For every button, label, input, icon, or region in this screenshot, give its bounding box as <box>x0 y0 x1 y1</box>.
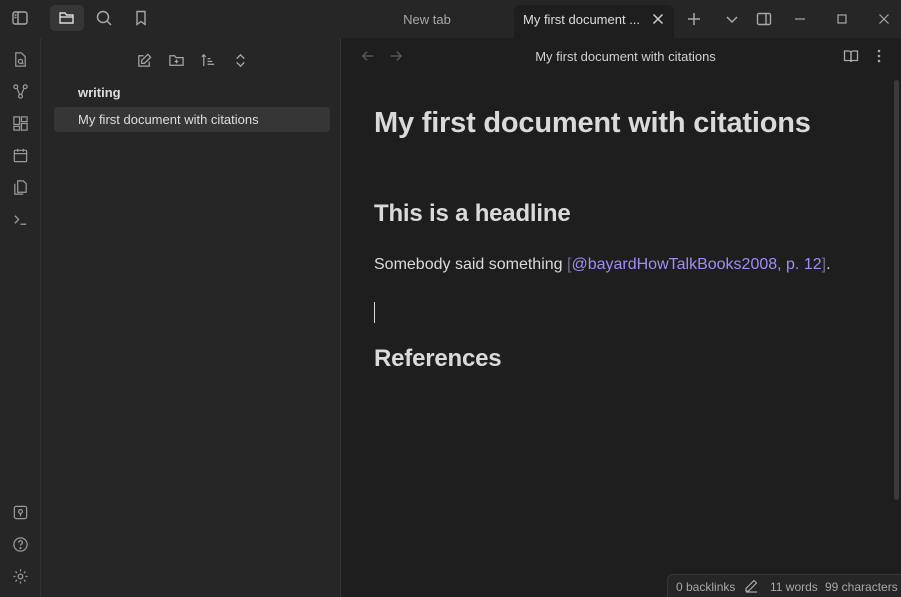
close-window-button[interactable] <box>871 6 897 32</box>
text-cursor <box>374 302 375 323</box>
maximize-button[interactable] <box>829 6 855 32</box>
close-icon <box>879 14 889 24</box>
heading-references: References <box>374 345 502 372</box>
file-item-my-first-document[interactable]: My first document with citations <box>54 107 330 132</box>
file-explorer-tab[interactable] <box>50 5 84 31</box>
close-tab-button[interactable] <box>650 11 666 27</box>
view-header: My first document with citations <box>342 38 901 74</box>
vault-icon <box>13 505 27 519</box>
toggle-sidebar-button[interactable] <box>3 5 37 31</box>
backlinks-count[interactable]: 0 backlinks <box>676 580 735 594</box>
terminal-icon <box>13 214 26 225</box>
insert-template-button[interactable] <box>8 175 32 199</box>
right-sidebar-icon <box>756 12 772 26</box>
settings-button[interactable] <box>8 564 32 588</box>
folder-open-icon <box>59 12 74 24</box>
toggle-right-sidebar-button[interactable] <box>751 6 777 32</box>
status-bar: 0 backlinks 11 words 99 characters <box>667 574 901 597</box>
paragraph-text: Somebody said something <box>374 256 567 273</box>
citation-link[interactable]: @bayardHowTalkBooks2008, p. 12 <box>571 256 821 273</box>
open-canvas-button[interactable] <box>8 111 32 135</box>
help-circle-icon <box>12 536 28 552</box>
minimize-button[interactable] <box>787 6 813 32</box>
more-vertical-icon <box>877 49 881 63</box>
character-count: 99 characters <box>825 580 898 594</box>
file-explorer-toolbar <box>41 48 341 72</box>
sidebar-toggle-icon <box>12 11 28 25</box>
search-icon <box>96 10 112 26</box>
bookmark-icon <box>136 10 146 26</box>
gear-icon <box>12 568 28 584</box>
layout-dashboard-icon <box>12 115 28 131</box>
folder-plus-icon <box>168 54 184 66</box>
file-search-icon <box>14 51 26 67</box>
open-vault-button[interactable] <box>8 500 32 524</box>
new-folder-button[interactable] <box>164 48 188 72</box>
ribbon <box>0 38 41 597</box>
graph-icon <box>12 83 28 99</box>
bookmarks-tab[interactable] <box>124 5 158 31</box>
view-header-title[interactable]: My first document with citations <box>342 49 901 64</box>
new-note-button[interactable] <box>132 48 156 72</box>
paragraph-end: . <box>826 256 831 273</box>
reading-view-button[interactable] <box>841 46 861 66</box>
word-count: 11 words <box>770 580 818 594</box>
open-graph-view-button[interactable] <box>8 79 32 103</box>
close-icon <box>652 13 664 25</box>
help-button[interactable] <box>8 532 32 556</box>
chevron-down-icon <box>726 16 738 24</box>
title-bar: New tab My first document ... <box>0 0 901 38</box>
open-quick-switcher-button[interactable] <box>8 47 32 71</box>
tab-new-tab[interactable]: New tab <box>342 5 512 38</box>
folder-writing[interactable]: writing <box>78 85 121 100</box>
app-window: New tab My first document ... writing My… <box>0 0 901 597</box>
pencil-icon[interactable] <box>744 579 758 593</box>
expand-all-button[interactable] <box>228 48 252 72</box>
plus-icon <box>688 13 700 25</box>
tab-label: New tab <box>403 12 451 27</box>
change-sort-order-button[interactable] <box>196 48 220 72</box>
chevrons-up-down-icon <box>235 53 245 67</box>
new-tab-button[interactable] <box>681 6 707 32</box>
tab-label: My first document ... <box>523 12 641 27</box>
sort-icon <box>200 53 214 66</box>
book-open-icon <box>843 50 859 63</box>
paragraph: Somebody said something [@bayardHowTalkB… <box>374 256 831 274</box>
tab-list-button[interactable] <box>719 6 745 32</box>
open-command-palette-button[interactable] <box>8 207 32 231</box>
minimize-icon <box>795 18 805 20</box>
file-explorer: writing My first document with citations <box>41 38 341 597</box>
maximize-icon <box>837 14 847 24</box>
scrollbar[interactable] <box>894 80 899 500</box>
tab-my-first-document[interactable]: My first document ... <box>514 5 674 38</box>
files-icon <box>13 179 27 195</box>
calendar-icon <box>13 148 27 162</box>
document-title: My first document with citations <box>374 107 811 139</box>
open-daily-note-button[interactable] <box>8 143 32 167</box>
search-tab[interactable] <box>87 5 121 31</box>
editor-pane: My first document with citations My firs… <box>342 38 901 597</box>
sidebar-tab-bar <box>0 0 341 38</box>
edit-icon <box>137 52 152 67</box>
heading-headline: This is a headline <box>374 200 571 227</box>
more-options-button[interactable] <box>869 46 889 66</box>
